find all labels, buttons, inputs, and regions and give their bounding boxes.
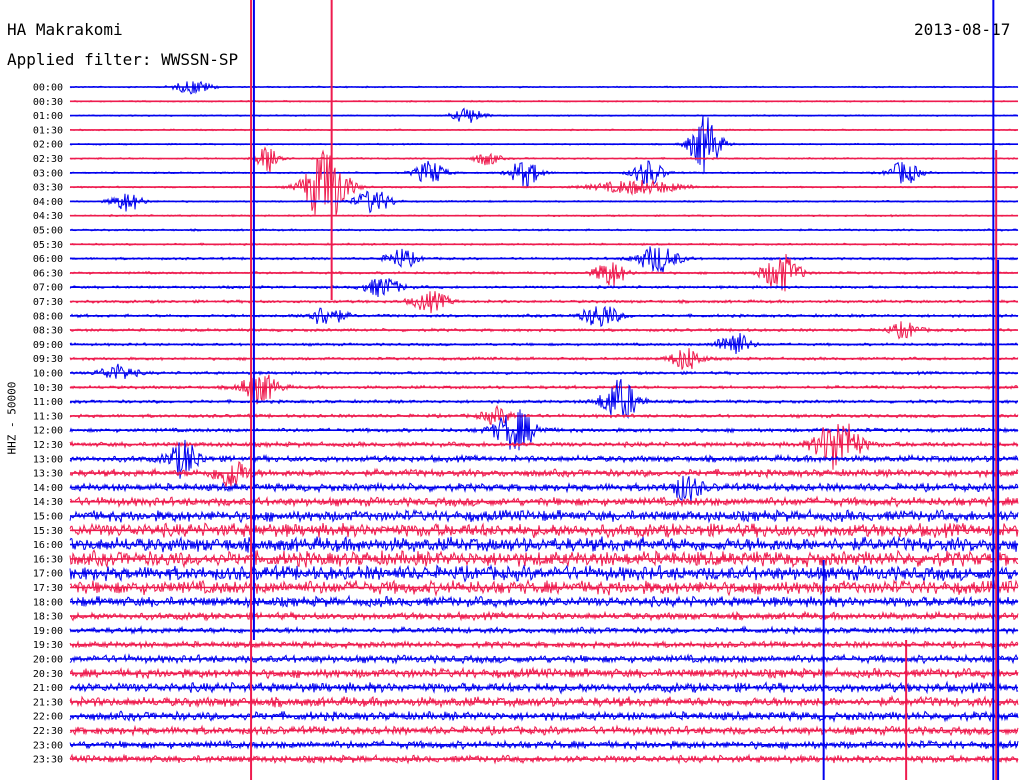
row-time-label: 20:00: [33, 655, 63, 666]
trace-row-1030: [69, 374, 1019, 405]
trace-row-1330: [69, 460, 1019, 489]
row-time-label: 11:00: [33, 397, 63, 408]
row-time-label: 03:00: [33, 168, 63, 179]
row-time-label: 18:00: [33, 597, 63, 608]
row-time-label: 06:30: [33, 268, 63, 279]
row-time-label: 23:30: [33, 755, 63, 766]
row-time-label: 09:00: [33, 340, 63, 351]
trace-row-0330: [69, 149, 1019, 216]
row-time-label: 05:00: [33, 226, 63, 237]
trace-row-1100: [69, 378, 1019, 419]
row-time-label: 15:00: [33, 512, 63, 523]
trace-row-0600: [69, 246, 1019, 273]
row-time-label: 02:30: [33, 154, 63, 165]
row-time-label: 13:30: [33, 469, 63, 480]
row-time-label: 14:30: [33, 497, 63, 508]
row-time-label: 07:30: [33, 297, 63, 308]
row-time-label: 17:00: [33, 569, 63, 580]
row-time-label: 15:30: [33, 526, 63, 537]
row-time-label: 12:30: [33, 440, 63, 451]
row-time-label: 12:00: [33, 426, 63, 437]
row-time-label: 16:30: [33, 554, 63, 565]
row-time-label: 19:30: [33, 640, 63, 651]
row-time-label: 00:30: [33, 97, 63, 108]
row-time-label: 21:30: [33, 697, 63, 708]
row-time-label: 19:00: [33, 626, 63, 637]
row-time-label: 20:30: [33, 669, 63, 680]
trace-row-0300: [69, 160, 1019, 189]
tick-label-group: 00:00 00:30 01:00 01:30 02:00 02:30 03:00 03:30…: [33, 83, 63, 766]
row-time-label: 14:00: [33, 483, 63, 494]
row-time-label: 22:00: [33, 712, 63, 723]
row-time-label: 04:00: [33, 197, 63, 208]
row-time-label: 01:30: [33, 125, 63, 136]
trace-row-0230: [69, 146, 1019, 173]
row-time-label: 13:00: [33, 454, 63, 465]
row-time-label: 17:30: [33, 583, 63, 594]
row-time-label: 02:00: [33, 140, 63, 151]
row-time-label: 00:00: [33, 83, 63, 94]
row-time-label: 23:00: [33, 740, 63, 751]
trace-row-1400: [69, 475, 1019, 502]
row-time-label: 09:30: [33, 354, 63, 365]
row-time-label: 07:00: [33, 283, 63, 294]
row-time-label: 04:30: [33, 211, 63, 222]
row-time-label: 22:30: [33, 726, 63, 737]
row-time-label: 01:00: [33, 111, 63, 122]
helicorder-plot: 00:00 00:30 01:00 01:30 02:00 02:30 03:00 03:30…: [33, 0, 1019, 780]
row-time-label: 21:00: [33, 683, 63, 694]
row-time-label: 11:30: [33, 411, 63, 422]
row-time-label: 08:00: [33, 311, 63, 322]
row-time-label: 18:30: [33, 612, 63, 623]
row-time-label: 10:30: [33, 383, 63, 394]
row-time-label: 06:00: [33, 254, 63, 265]
row-time-label: 10:00: [33, 369, 63, 380]
row-time-label: 08:30: [33, 326, 63, 337]
trace-row-1000: [70, 363, 1019, 379]
trace-group: [69, 80, 1019, 765]
row-time-label: 16:00: [33, 540, 63, 551]
trace-row-0900: [69, 333, 1019, 355]
row-time-label: 05:30: [33, 240, 63, 251]
row-time-label: 03:30: [33, 183, 63, 194]
